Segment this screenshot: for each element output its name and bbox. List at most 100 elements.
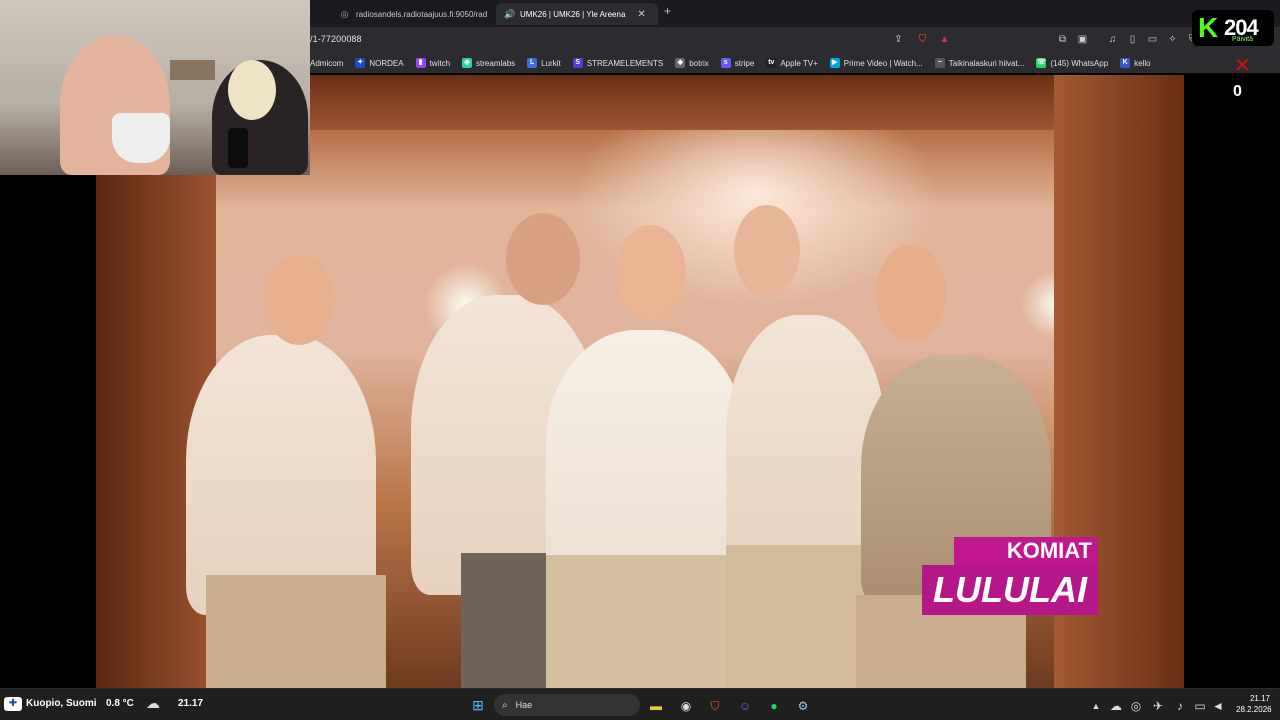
media-icon[interactable]: ♫ [1106,33,1119,46]
globe-icon: ◎ [340,8,349,19]
band-member-4-head [734,205,800,297]
close-icon[interactable]: ✕ [637,9,645,20]
search-icon: ⌕ [502,699,508,711]
bookmark-label: streamlabs [476,58,516,68]
tab-yle-areena[interactable]: 🔊 UMK26 | UMK26 | Yle Areena ✕ [496,3,658,25]
band-member-1-pants [206,575,386,688]
bookmark-label: botrix [689,58,709,68]
tray-steam-icon[interactable]: ✈ [1150,698,1166,714]
tray-app-icon[interactable]: ◎ [1128,698,1144,714]
new-tab-button[interactable]: + [664,4,671,18]
bookmark-label: (145) WhatsApp [1050,58,1109,68]
cloud-icon: ☁ [146,695,160,711]
band-member-5-head [876,245,946,341]
kick-logo-icon: K [1198,12,1219,43]
screenshot-icon[interactable]: ▣ [1076,33,1089,46]
bookmark-botrix[interactable]: ◆ botrix [675,58,709,68]
bookmark-streamelements[interactable]: S STREAMELEMENTS [572,58,664,68]
microphone-icon[interactable]: ♪ [1172,698,1188,714]
weather-secondary: 21.17 [178,698,204,709]
stripe-icon: s [720,58,731,68]
wallet-icon[interactable]: ▭ [1146,33,1159,46]
bookmark-label: Taikinalaskuri hiivat... [948,58,1025,68]
chevron-up-icon[interactable]: ▲ [1088,698,1104,714]
network-icon[interactable]: ▭ [1192,698,1208,714]
twitch-icon: ▮ [415,58,426,68]
whatsapp-icon: ☏ [1036,58,1047,68]
webcam-shelf [170,60,215,80]
webcam-overlay [0,0,310,175]
search-placeholder: Hae [515,700,533,710]
bookmark-label: stripe [734,58,755,68]
tab-radiosandels[interactable]: ◎ radiosandels.radiotaajuus.fi:9050/rad [332,3,502,25]
band-member-2-head [506,213,580,305]
muted-icon: ✕ [1234,55,1251,77]
bookmarks-bar: Admicom ✦ NORDEA ▮ twitch ◈ streamlabs L… [310,53,1280,73]
url-text[interactable]: /1-77200088 [310,34,362,44]
obs-icon[interactable]: ◉ [678,698,694,714]
bookmark-apple-tv[interactable]: tv Apple TV+ [766,58,818,68]
microphone [228,128,248,168]
weather-temperature[interactable]: 0.8 °C [106,698,134,709]
brave-browser-icon[interactable]: ⛉ [707,698,723,714]
bookmark-kello[interactable]: K kello [1120,58,1151,68]
bookmark-label: Admicom [310,58,344,68]
bookmark-label: Lurkit [541,58,561,68]
weather-location[interactable]: Kuopio, Suomi [26,698,97,709]
overlay-counter: 0 [1233,83,1242,100]
bookmark-label: Apple TV+ [780,58,818,68]
clock-time: 21.17 [1249,694,1270,703]
song-artist-caption: KOMIAT [954,537,1098,565]
onedrive-icon[interactable]: ☁ [1108,698,1124,714]
browser-tab-bar: ◎ radiosandels.radiotaajuus.fi:9050/rad … [310,0,1280,27]
bookmark-whatsapp[interactable]: ☏ (145) WhatsApp [1036,58,1108,68]
band-member-3 [546,330,746,580]
rewards-icon[interactable]: ▲ [938,33,951,46]
bookmark-taikinalaskuri[interactable]: ~ Taikinalaskuri hiivat... [934,58,1025,68]
band-member-1 [186,335,376,615]
streamer-2-hair [228,60,276,120]
band-member-3-head [616,225,686,321]
kello-icon: K [1120,58,1131,68]
steam-icon[interactable]: ⚙ [795,698,811,714]
share-icon[interactable]: ⇪ [892,33,905,46]
band-member-1-head [264,255,334,345]
extensions-icon[interactable]: ⧉ [1056,33,1069,46]
leo-icon[interactable]: ✧ [1166,33,1179,46]
audio-icon: 🔊 [504,8,516,19]
band-member-4-pants [726,545,866,688]
brave-shield-icon[interactable]: ⛉ [916,33,929,46]
spotify-icon[interactable]: ● [766,698,782,714]
sidebar-icon[interactable]: ▯ [1126,33,1139,46]
prime-video-icon: ▶ [829,58,840,68]
bookmark-label: STREAMELEMENTS [586,58,664,68]
discord-icon[interactable]: ☺ [737,698,753,714]
clock-date: 28.2.2026 [1236,705,1272,714]
bookmark-admicom[interactable]: Admicom [310,59,343,68]
bookmark-prime-video[interactable]: ▶ Prime Video | Watch... [829,58,923,68]
windows-start-icon[interactable]: ⊞ [470,697,486,713]
screen: ◎ radiosandels.radiotaajuus.fi:9050/rad … [0,0,1280,720]
address-bar[interactable]: /1-77200088 ⇪ ⛉ ▲ ⧉ ▣ ♫ ▯ ▭ ✧ ⛨ [310,27,1280,53]
bookmark-stripe[interactable]: s stripe [720,58,755,68]
finland-flag-icon: ✚ [4,697,22,711]
taskbar-search[interactable]: ⌕ Hae [494,694,640,716]
windows-taskbar: ✚ Kuopio, Suomi 0.8 °C ☁ 21.17 ⊞ ⌕ Hae ▬… [0,688,1280,720]
lurkit-icon: L [527,58,538,68]
apple-tv-icon: tv [766,58,777,68]
bookmark-label: twitch [429,58,451,68]
band-member-3-pants [546,555,746,688]
file-explorer-icon[interactable]: ▬ [648,698,664,714]
bookmark-lurkit[interactable]: L Lurkit [527,58,561,68]
refresh-label[interactable]: Päivitä [1232,36,1253,43]
nordea-icon: ✦ [355,58,366,68]
popcorn-bowl [112,113,170,163]
streamlabs-icon: ◈ [462,58,473,68]
bookmark-streamlabs[interactable]: ◈ streamlabs [462,58,515,68]
bookmark-twitch[interactable]: ▮ twitch [415,58,451,68]
stage-roof [310,75,1184,130]
clock[interactable]: 21.17 28.2.2026 [1236,693,1272,715]
bookmark-nordea[interactable]: ✦ NORDEA [355,58,404,68]
bookmark-label: kello [1134,58,1151,68]
volume-icon[interactable]: ◄ [1210,698,1226,714]
